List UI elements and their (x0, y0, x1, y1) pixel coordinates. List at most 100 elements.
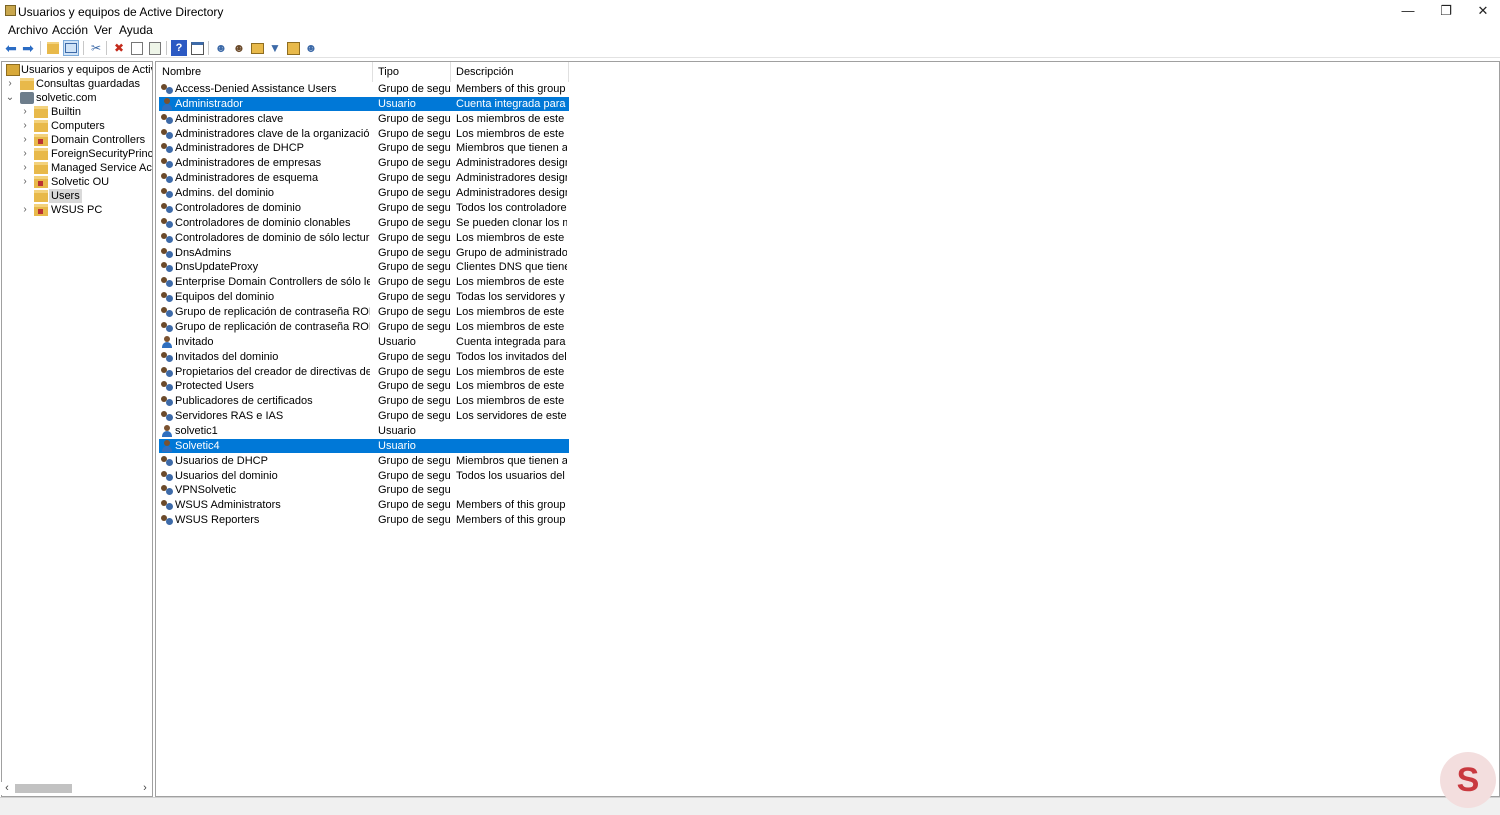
folder-icon (34, 120, 48, 132)
table-row[interactable]: Invitado Usuario Cuenta integrada para el.… (159, 335, 569, 349)
menu-ayuda[interactable]: Ayuda (119, 23, 153, 37)
expand-arrow-icon[interactable]: › (20, 203, 30, 217)
collapse-arrow-icon[interactable]: ⌄ (5, 91, 15, 105)
table-row[interactable]: Administradores de empresas Grupo de segu… (159, 156, 569, 170)
up-folder-icon[interactable] (45, 40, 61, 56)
minimize-button[interactable]: — (1390, 2, 1426, 20)
expand-arrow-icon[interactable]: › (20, 133, 30, 147)
group-icon (161, 172, 174, 184)
tree-item-builtin[interactable]: › Builtin (2, 105, 152, 119)
column-header-description[interactable]: Descripción (451, 62, 569, 82)
table-row[interactable]: Administradores de DHCP Grupo de segu... M… (159, 141, 569, 155)
table-row[interactable]: VPNSolvetic Grupo de segu... (159, 483, 569, 497)
expand-arrow-icon[interactable]: › (20, 147, 30, 161)
expand-arrow-icon[interactable]: › (5, 77, 15, 91)
tree-item-label: Solvetic OU (51, 176, 110, 188)
tree-horizontal-scrollbar[interactable]: ‹ › (1, 782, 151, 795)
table-row[interactable]: WSUS Reporters Grupo de segu... Members of… (159, 513, 569, 527)
tree-item-label: Computers (51, 120, 105, 132)
table-row[interactable]: Enterprise Domain Controllers de sólo le… (159, 275, 569, 289)
table-row[interactable]: Administradores clave Grupo de segu... Los… (159, 112, 569, 126)
back-icon[interactable]: ⬅ (3, 40, 19, 56)
find-icon[interactable] (285, 40, 301, 56)
tree-item-foreign-security-principals[interactable]: › ForeignSecurityPrincipals (2, 147, 152, 161)
table-row[interactable]: Admins. del dominio Grupo de segu... Admin… (159, 186, 569, 200)
new-user-icon[interactable]: ☻ (213, 40, 229, 56)
delete-icon[interactable]: ✖ (111, 40, 127, 56)
expand-arrow-icon[interactable]: › (20, 119, 30, 133)
tree-item-computers[interactable]: › Computers (2, 119, 152, 133)
table-row[interactable]: Administradores de esquema Grupo de segu.… (159, 171, 569, 185)
table-row[interactable]: Administrador Usuario Cuenta integrada par… (159, 96, 569, 111)
table-row[interactable]: Propietarios del creador de directivas d… (159, 365, 569, 379)
table-row[interactable]: Controladores de dominio clonables Grupo … (159, 216, 569, 230)
export-icon[interactable] (147, 40, 163, 56)
table-row[interactable]: Controladores de dominio Grupo de segu...… (159, 201, 569, 215)
tree-item-wsus-pc[interactable]: › WSUS PC (2, 203, 152, 217)
table-row[interactable]: DnsUpdateProxy Grupo de segu... Clientes D… (159, 260, 569, 274)
tree-item-label: WSUS PC (51, 204, 103, 216)
table-row[interactable]: Grupo de replicación de contraseña RODC … (159, 320, 569, 334)
expand-arrow-icon[interactable]: › (20, 175, 30, 189)
user-icon (161, 425, 174, 437)
cell-description: Se pueden clonar los mi... (456, 216, 567, 229)
table-row[interactable]: Controladores de dominio de sólo lectura… (159, 231, 569, 245)
menu-archivo[interactable]: Archivo (8, 23, 48, 37)
tree-item-label: Builtin (51, 106, 81, 118)
tree-item-saved-queries[interactable]: › Consultas guardadas (2, 77, 152, 91)
column-header-type[interactable]: Tipo (373, 62, 451, 82)
view-icon[interactable] (189, 40, 205, 56)
table-row[interactable]: Publicadores de certificados Grupo de seg… (159, 394, 569, 408)
user-icon (161, 335, 174, 348)
menu-ver[interactable]: Ver (94, 23, 112, 37)
table-row[interactable]: Grupo de replicación de contraseña RODC … (159, 305, 569, 319)
cell-description: Grupo de administrador... (456, 246, 567, 259)
tree-item-label: solvetic.com (36, 92, 97, 104)
expand-arrow-icon[interactable]: › (20, 161, 30, 175)
table-row[interactable]: solvetic1 Usuario (159, 424, 569, 438)
expand-arrow-icon[interactable]: › (20, 105, 30, 119)
table-row[interactable]: Protected Users Grupo de segu... Los miemb… (159, 379, 569, 393)
cut-icon[interactable]: ✂ (88, 40, 104, 56)
table-row[interactable]: WSUS Administrators Grupo de segu... Membe… (159, 498, 569, 512)
tree-item-managed-service-accounts[interactable]: › Managed Service Accounts (2, 161, 152, 175)
table-row[interactable]: Access-Denied Assistance Users Grupo de s… (159, 82, 569, 96)
scroll-thumb[interactable] (15, 784, 72, 793)
cell-type: Grupo de segu... (378, 112, 450, 125)
tree-item-domain-controllers[interactable]: › Domain Controllers (2, 133, 152, 147)
group-icon (161, 232, 174, 244)
table-row[interactable]: Equipos del dominio Grupo de segu... Todas… (159, 290, 569, 304)
column-header-name[interactable]: Nombre (157, 62, 373, 82)
cell-description: Members of this group ... (456, 514, 567, 527)
tree-root[interactable]: Usuarios y equipos de Active Directory (2, 63, 152, 77)
table-row[interactable]: Solvetic4 Usuario (159, 438, 569, 453)
tree-item-label: Managed Service Accounts (51, 162, 152, 174)
scroll-right-arrow-icon[interactable]: › (139, 782, 151, 795)
tree-item-users[interactable]: Users (2, 189, 152, 203)
tree-item-domain[interactable]: ⌄ solvetic.com (2, 91, 152, 105)
cell-type: Usuario (378, 335, 416, 348)
table-row[interactable]: Usuarios de DHCP Grupo de segu... Miembros… (159, 454, 569, 468)
table-row[interactable]: Administradores clave de la organización… (159, 127, 569, 141)
new-ou-icon[interactable] (249, 40, 265, 56)
table-row[interactable]: DnsAdmins Grupo de segu... Grupo de admini… (159, 246, 569, 260)
help-icon[interactable]: ? (171, 40, 187, 56)
tree-item-solvetic-ou[interactable]: › Solvetic OU (2, 175, 152, 189)
scroll-left-arrow-icon[interactable]: ‹ (1, 782, 13, 795)
forward-icon[interactable]: ➡ (20, 40, 36, 56)
table-row[interactable]: Invitados del dominio Grupo de segu... Tod… (159, 350, 569, 364)
close-button[interactable]: ✕ (1465, 2, 1500, 20)
new-group-icon[interactable]: ☻ (231, 40, 247, 56)
console-tree-icon[interactable] (63, 40, 79, 56)
tree-item-label: Domain Controllers (51, 134, 146, 146)
properties-icon[interactable] (129, 40, 145, 56)
table-row[interactable]: Servidores RAS e IAS Grupo de segu... Los … (159, 409, 569, 423)
filter-icon[interactable]: ▼ (267, 40, 283, 56)
add-to-group-icon[interactable]: ☻ (303, 40, 319, 56)
title-bar: Usuarios y equipos de Active Directory —… (0, 0, 1500, 22)
restore-button[interactable]: ❐ (1428, 2, 1464, 20)
cell-type: Grupo de segu... (378, 499, 450, 512)
menu-accion[interactable]: Acción (52, 23, 88, 37)
cell-description: Los miembros de este gr... (456, 320, 567, 333)
table-row[interactable]: Usuarios del dominio Grupo de segu... Todo… (159, 469, 569, 483)
